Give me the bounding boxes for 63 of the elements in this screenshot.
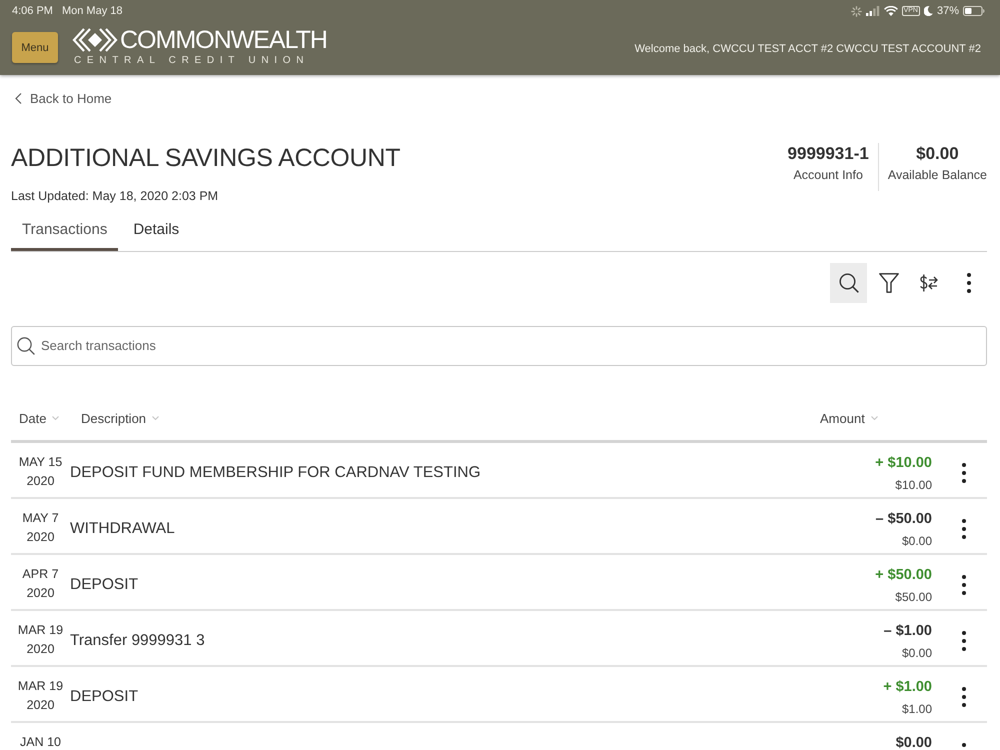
description-cell: DEPOSIT FUND MEMBERSHIP FOR CARDNAV TESTING xyxy=(70,462,481,482)
account-title: ADDITIONAL SAVINGS ACCOUNT xyxy=(11,142,400,172)
search-field[interactable]: Search transactions xyxy=(11,326,987,366)
dollar-arrows-icon xyxy=(920,274,938,292)
search-button[interactable] xyxy=(830,262,867,302)
amount-text: – $50.00 xyxy=(876,512,932,526)
more-options-icon xyxy=(962,630,966,650)
balance-text: $50.00 xyxy=(895,590,932,604)
available-balance-value: $0.00 xyxy=(916,142,959,164)
wifi-icon xyxy=(884,6,898,16)
description-cell: Transfer 9999931 3 xyxy=(70,630,205,650)
sort-caret-icon xyxy=(870,416,878,420)
date-cell-text: MAY 7 2020 xyxy=(21,512,60,542)
logo-wordmark: COMMONWEALTH xyxy=(120,24,327,54)
filter-icon xyxy=(878,272,898,292)
balance-text: $10.00 xyxy=(895,478,932,492)
battery-percentage: 37% xyxy=(936,5,959,17)
logo-tagline: CENTRAL CREDIT UNION xyxy=(74,54,310,66)
back-link[interactable]: Back to Home xyxy=(15,91,112,105)
battery-icon xyxy=(963,6,985,16)
signal-bars-icon xyxy=(866,6,880,16)
activity-spinner-icon xyxy=(850,6,862,16)
account-number: 9999931-1 xyxy=(788,142,869,164)
amount-text: + $10.00 xyxy=(875,456,932,470)
date-cell-text: JAN 10 xyxy=(19,736,62,748)
balance-text: $0.00 xyxy=(902,646,932,660)
chevron-left-icon xyxy=(15,92,22,104)
moon-icon xyxy=(924,6,933,16)
chevron-logo-icon xyxy=(72,26,118,52)
status-time: 4:06 PM xyxy=(12,5,53,17)
column-header[interactable]: Date xyxy=(19,406,60,430)
description-cell: DEPOSIT xyxy=(70,574,138,594)
date-cell-text: APR 7 2020 xyxy=(21,568,60,598)
amount-text: + $1.00 xyxy=(883,680,932,694)
description-cell: WITHDRAWAL xyxy=(70,518,175,538)
date-cell-text: MAY 15 2020 xyxy=(18,456,64,486)
tab[interactable]: Details xyxy=(122,214,190,250)
balance-text: $1.00 xyxy=(902,702,932,716)
more-options-icon xyxy=(962,574,966,594)
search-icon xyxy=(838,272,858,292)
date-cell-text: MAR 19 2020 xyxy=(16,624,64,654)
search-icon xyxy=(17,336,35,354)
amount-text: $0.00 xyxy=(896,736,932,750)
balance-text: $0.00 xyxy=(902,534,932,548)
date-cell-text: MAR 19 2020 xyxy=(16,680,64,710)
more-options-icon xyxy=(962,518,966,538)
column-header[interactable]: Amount xyxy=(820,406,878,430)
more-options-icon xyxy=(966,272,970,292)
more-options-icon xyxy=(962,686,966,706)
status-date: Mon May 18 xyxy=(62,5,122,17)
last-updated-text: Last Updated: May 18, 2020 2:03 PM xyxy=(11,188,220,204)
sort-caret-icon xyxy=(52,416,60,420)
welcome-message: Welcome back, CWCCU TEST ACCT #2 CWCCU TEST ACCOUNT #2 xyxy=(634,42,981,54)
description-cell: DEPOSIT xyxy=(70,686,138,706)
account-info-label: Account Info xyxy=(793,166,863,184)
amount-text: + $50.00 xyxy=(875,568,932,582)
menu-button[interactable]: Menu xyxy=(12,32,58,63)
tab[interactable]: Transactions xyxy=(11,214,118,250)
more-options-icon xyxy=(962,462,966,482)
column-header[interactable]: Description xyxy=(81,406,160,430)
amount-text: – $1.00 xyxy=(884,624,932,638)
sort-caret-icon xyxy=(152,416,160,420)
available-balance-label: Available Balance xyxy=(888,166,987,184)
